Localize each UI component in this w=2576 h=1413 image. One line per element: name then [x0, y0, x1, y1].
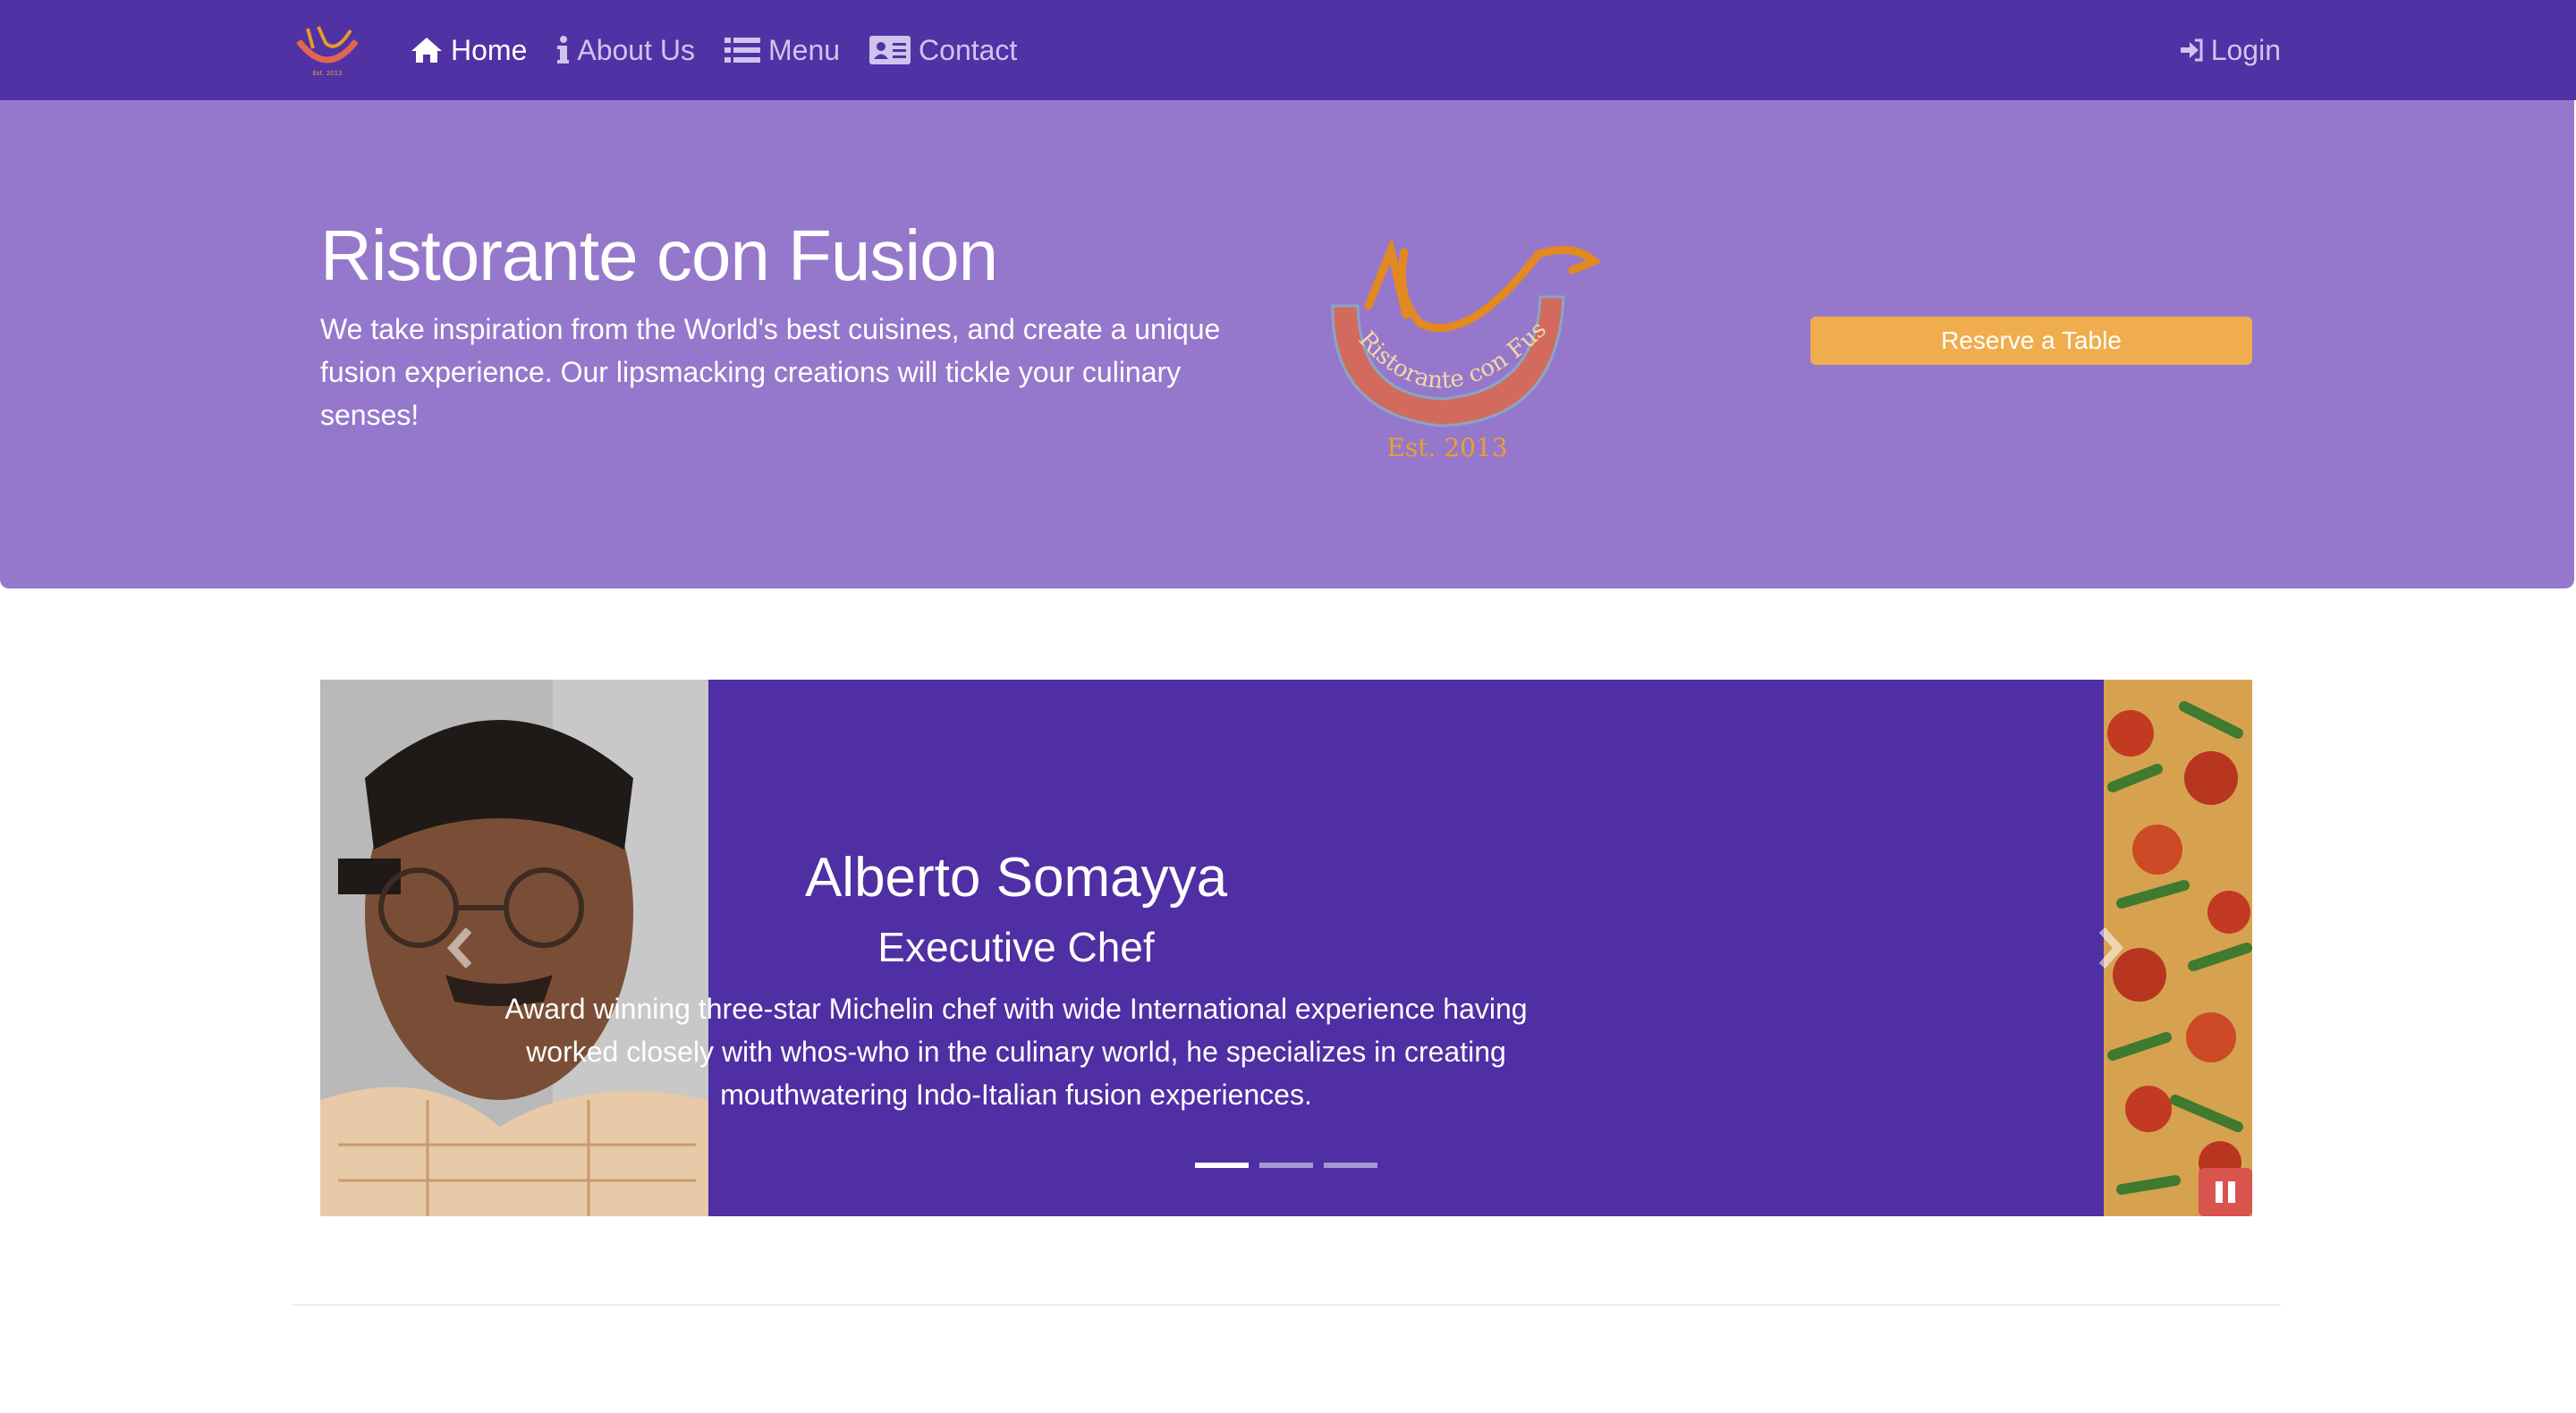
nav-item-contact[interactable]: Contact [869, 34, 1017, 67]
carousel-prev-button[interactable] [435, 919, 488, 977]
chevron-right-icon [2098, 926, 2124, 969]
logo-est-text: Est. 2013 [1386, 433, 1507, 462]
list-icon [724, 36, 761, 64]
pause-icon [2213, 1181, 2238, 1203]
carousel-next-button[interactable] [2082, 919, 2136, 977]
carousel-indicator-3[interactable] [1324, 1163, 1377, 1168]
chevron-left-icon [446, 926, 472, 969]
info-icon [555, 35, 570, 65]
carousel-indicator-1[interactable] [1195, 1163, 1249, 1168]
jumbotron: Ristorante con Fusion We take inspiratio… [0, 100, 2574, 588]
restaurant-logo-icon: Ristorante con Fusion Est. 2013 [1306, 234, 1602, 462]
sign-in-icon [2179, 38, 2204, 63]
reserve-table-button[interactable]: Reserve a Table [1810, 317, 2252, 365]
nav-item-home-label: Home [451, 33, 528, 66]
login-label: Login [2210, 33, 2281, 66]
section-divider [292, 1304, 2281, 1306]
home-icon [410, 36, 444, 64]
chef-name: Alberto Somayya [804, 847, 1228, 909]
carousel-indicators [1195, 1163, 1388, 1168]
nav-links: Home About Us Menu Contact [410, 0, 1046, 100]
page-title: Ristorante con Fusion [320, 216, 998, 295]
login-link[interactable]: Login [2179, 0, 2281, 100]
carousel-indicator-2[interactable] [1259, 1163, 1313, 1168]
nav-item-about-label: About Us [577, 33, 695, 66]
carousel: Alberto Somayya Executive Chef Award win… [320, 680, 2252, 1216]
carousel-caption: Alberto Somayya Executive Chef Award win… [320, 680, 1712, 1216]
navbar: Est. 2013 Home About Us Menu Contact Log… [0, 0, 2576, 100]
nav-item-about[interactable]: About Us [555, 34, 695, 67]
address-card-icon [869, 35, 911, 65]
hero-description: We take inspiration from the World's bes… [320, 313, 1221, 431]
logo-est-small: Est. 2013 [312, 70, 342, 77]
nav-item-menu[interactable]: Menu [724, 34, 840, 67]
nav-item-menu-label: Menu [767, 33, 841, 66]
chef-role: Executive Chef [877, 924, 1155, 970]
nav-item-home[interactable]: Home [410, 34, 527, 67]
carousel-pause-button[interactable] [2199, 1168, 2252, 1216]
chef-description: Award winning three-star Michelin chef w… [504, 993, 1528, 1111]
nav-item-contact-label: Contact [919, 33, 1018, 66]
restaurant-logo-icon[interactable]: Est. 2013 [292, 21, 363, 79]
